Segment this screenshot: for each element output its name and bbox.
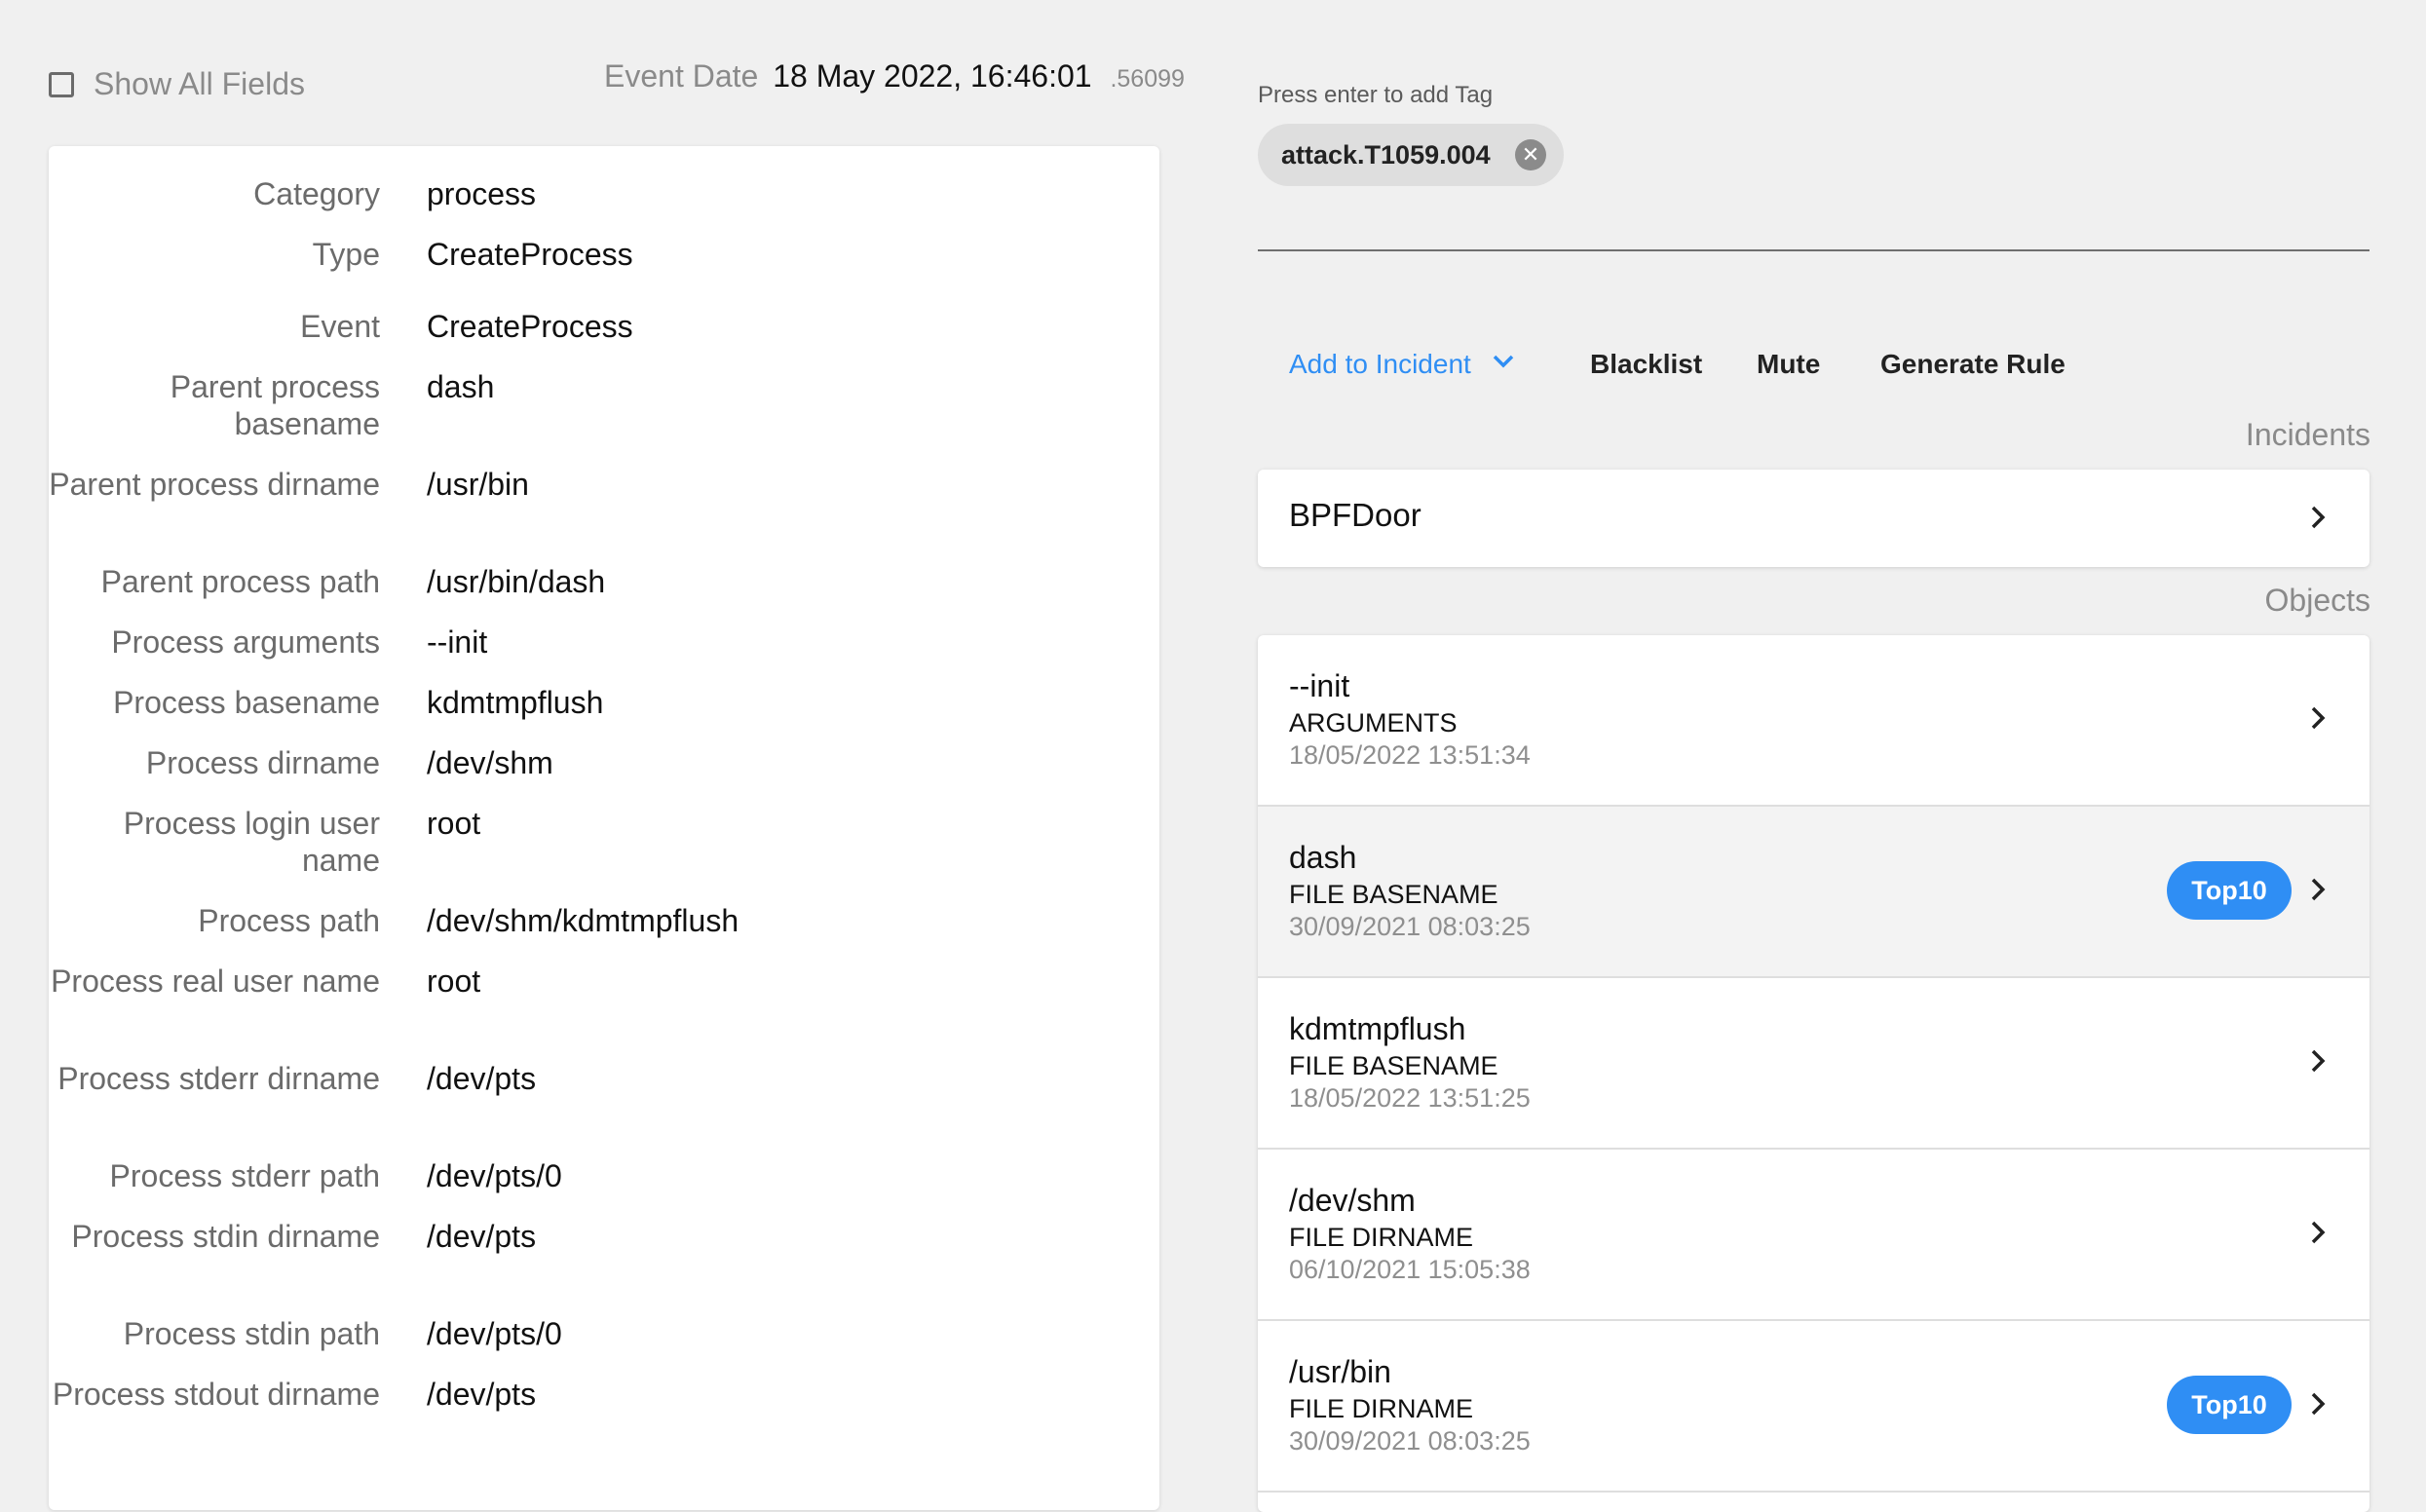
show-all-fields-checkbox[interactable]: Show All Fields <box>49 66 305 102</box>
object-name: /dev/shm <box>1289 1183 1416 1218</box>
tag-input-hint: Press enter to add Tag <box>1258 82 1494 108</box>
object-name: kdmtmpflush <box>1289 1011 1466 1046</box>
object-item[interactable]: /usr/bin FILE DIRNAME 30/09/2021 08:03:2… <box>1258 1321 2369 1493</box>
chevron-right-icon[interactable] <box>2305 1391 2331 1417</box>
field-value: root <box>427 964 481 999</box>
show-all-fields-label: Show All Fields <box>94 66 305 101</box>
objects-section-label: Objects <box>2264 583 2370 618</box>
object-type: FILE BASENAME <box>1289 880 1498 909</box>
field-value: dash <box>427 369 495 404</box>
field-value: --init <box>427 624 488 660</box>
mute-button[interactable]: Mute <box>1757 349 1820 380</box>
field-value: CreateProcess <box>427 237 633 272</box>
event-date-ms: .56099 <box>1110 65 1185 93</box>
chevron-right-icon[interactable] <box>2305 1220 2331 1245</box>
object-type: FILE BASENAME <box>1289 1051 1498 1080</box>
object-type: FILE DIRNAME <box>1289 1394 1474 1423</box>
field-value: /dev/pts/0 <box>427 1316 562 1351</box>
chevron-right-icon[interactable] <box>2305 705 2331 731</box>
field-key: Process stderr dirname <box>57 1061 380 1096</box>
add-to-incident-button[interactable]: Add to Incident <box>1289 349 1471 380</box>
checkbox-box[interactable] <box>49 71 74 97</box>
field-key: Process stdin dirname <box>71 1219 380 1254</box>
field-key: Type <box>312 237 380 272</box>
objects-list: --init ARGUMENTS 18/05/2022 13:51:34 das… <box>1258 635 2369 1512</box>
event-fields-card: Category process Type CreateProcess Event C… <box>49 146 1159 1510</box>
object-name: --init <box>1289 668 1350 703</box>
field-key: Process arguments <box>111 624 380 660</box>
event-date: Event Date 18 May 2022, 16:46:01 .56099 <box>604 58 1185 94</box>
event-date-value: 18 May 2022, 16:46:01 <box>773 58 1092 94</box>
chevron-right-icon[interactable] <box>2305 877 2331 902</box>
field-value: /dev/shm <box>427 745 553 780</box>
field-key: Category <box>253 176 380 211</box>
field-value: /dev/shm/kdmtmpflush <box>427 903 739 938</box>
chevron-right-icon[interactable] <box>2305 1048 2331 1074</box>
field-key: Process basename <box>113 685 380 720</box>
object-type: ARGUMENTS <box>1289 708 1458 737</box>
object-item[interactable]: --init ARGUMENTS 18/05/2022 13:51:34 <box>1258 635 2369 807</box>
object-item[interactable]: /dev/shm FILE DIRNAME 06/10/2021 15:05:3… <box>1258 1150 2369 1321</box>
field-key: Process real user name <box>51 964 380 999</box>
field-key: Process stderr path <box>109 1158 380 1193</box>
field-key: Process path <box>198 903 380 938</box>
tag-chip[interactable]: attack.T1059.004 ✕ <box>1258 124 1564 186</box>
field-value: /dev/pts <box>427 1377 537 1412</box>
field-value: kdmtmpflush <box>427 685 604 720</box>
top10-badge[interactable]: Top10 <box>2167 861 2292 920</box>
field-key: Parent process path <box>100 564 380 599</box>
field-value: CreateProcess <box>427 309 633 344</box>
field-key: Parent process dirname <box>49 467 380 502</box>
incidents-section-label: Incidents <box>2245 417 2370 452</box>
object-name: /usr/bin <box>1289 1354 1391 1389</box>
field-value: /usr/bin <box>427 467 529 502</box>
field-key: Event <box>300 309 380 344</box>
field-value: /usr/bin/dash <box>427 564 606 599</box>
field-key: Process stdin path <box>123 1316 380 1351</box>
close-circle-icon[interactable]: ✕ <box>1515 139 1546 170</box>
incident-item[interactable]: BPFDoor <box>1258 470 2369 567</box>
field-value: /dev/pts/0 <box>427 1158 562 1193</box>
top10-badge[interactable]: Top10 <box>2167 1376 2292 1434</box>
object-name: dash <box>1289 840 1357 875</box>
incident-name: BPFDoor <box>1289 497 1421 533</box>
field-key: Process login user name <box>123 806 380 878</box>
field-key: Process stdout dirname <box>52 1377 380 1412</box>
object-item[interactable]: dash FILE BASENAME 30/09/2021 08:03:25 T… <box>1258 807 2369 978</box>
object-date: 06/10/2021 15:05:38 <box>1289 1255 1531 1284</box>
blacklist-button[interactable]: Blacklist <box>1590 349 1702 380</box>
tag-input-underline[interactable] <box>1258 249 2369 251</box>
field-key: Process dirname <box>145 745 380 780</box>
field-value: root <box>427 806 481 841</box>
object-date: 18/05/2022 13:51:34 <box>1289 740 1531 770</box>
generate-rule-button[interactable]: Generate Rule <box>1880 349 2066 380</box>
object-date: 18/05/2022 13:51:25 <box>1289 1083 1531 1113</box>
event-date-label: Event Date <box>604 58 759 94</box>
object-date: 30/09/2021 08:03:25 <box>1289 1426 1531 1455</box>
field-value: /dev/pts <box>427 1219 537 1254</box>
object-date: 30/09/2021 08:03:25 <box>1289 912 1531 941</box>
chevron-down-icon[interactable] <box>1490 347 1517 381</box>
object-type: FILE DIRNAME <box>1289 1223 1474 1252</box>
field-value: process <box>427 176 537 211</box>
field-key: Parent process basename <box>170 369 380 441</box>
object-item[interactable]: kdmtmpflush FILE BASENAME 18/05/2022 13:… <box>1258 978 2369 1150</box>
chevron-right-icon[interactable] <box>2305 505 2331 530</box>
field-value: /dev/pts <box>427 1061 537 1096</box>
tag-chip-label: attack.T1059.004 <box>1281 139 1491 170</box>
